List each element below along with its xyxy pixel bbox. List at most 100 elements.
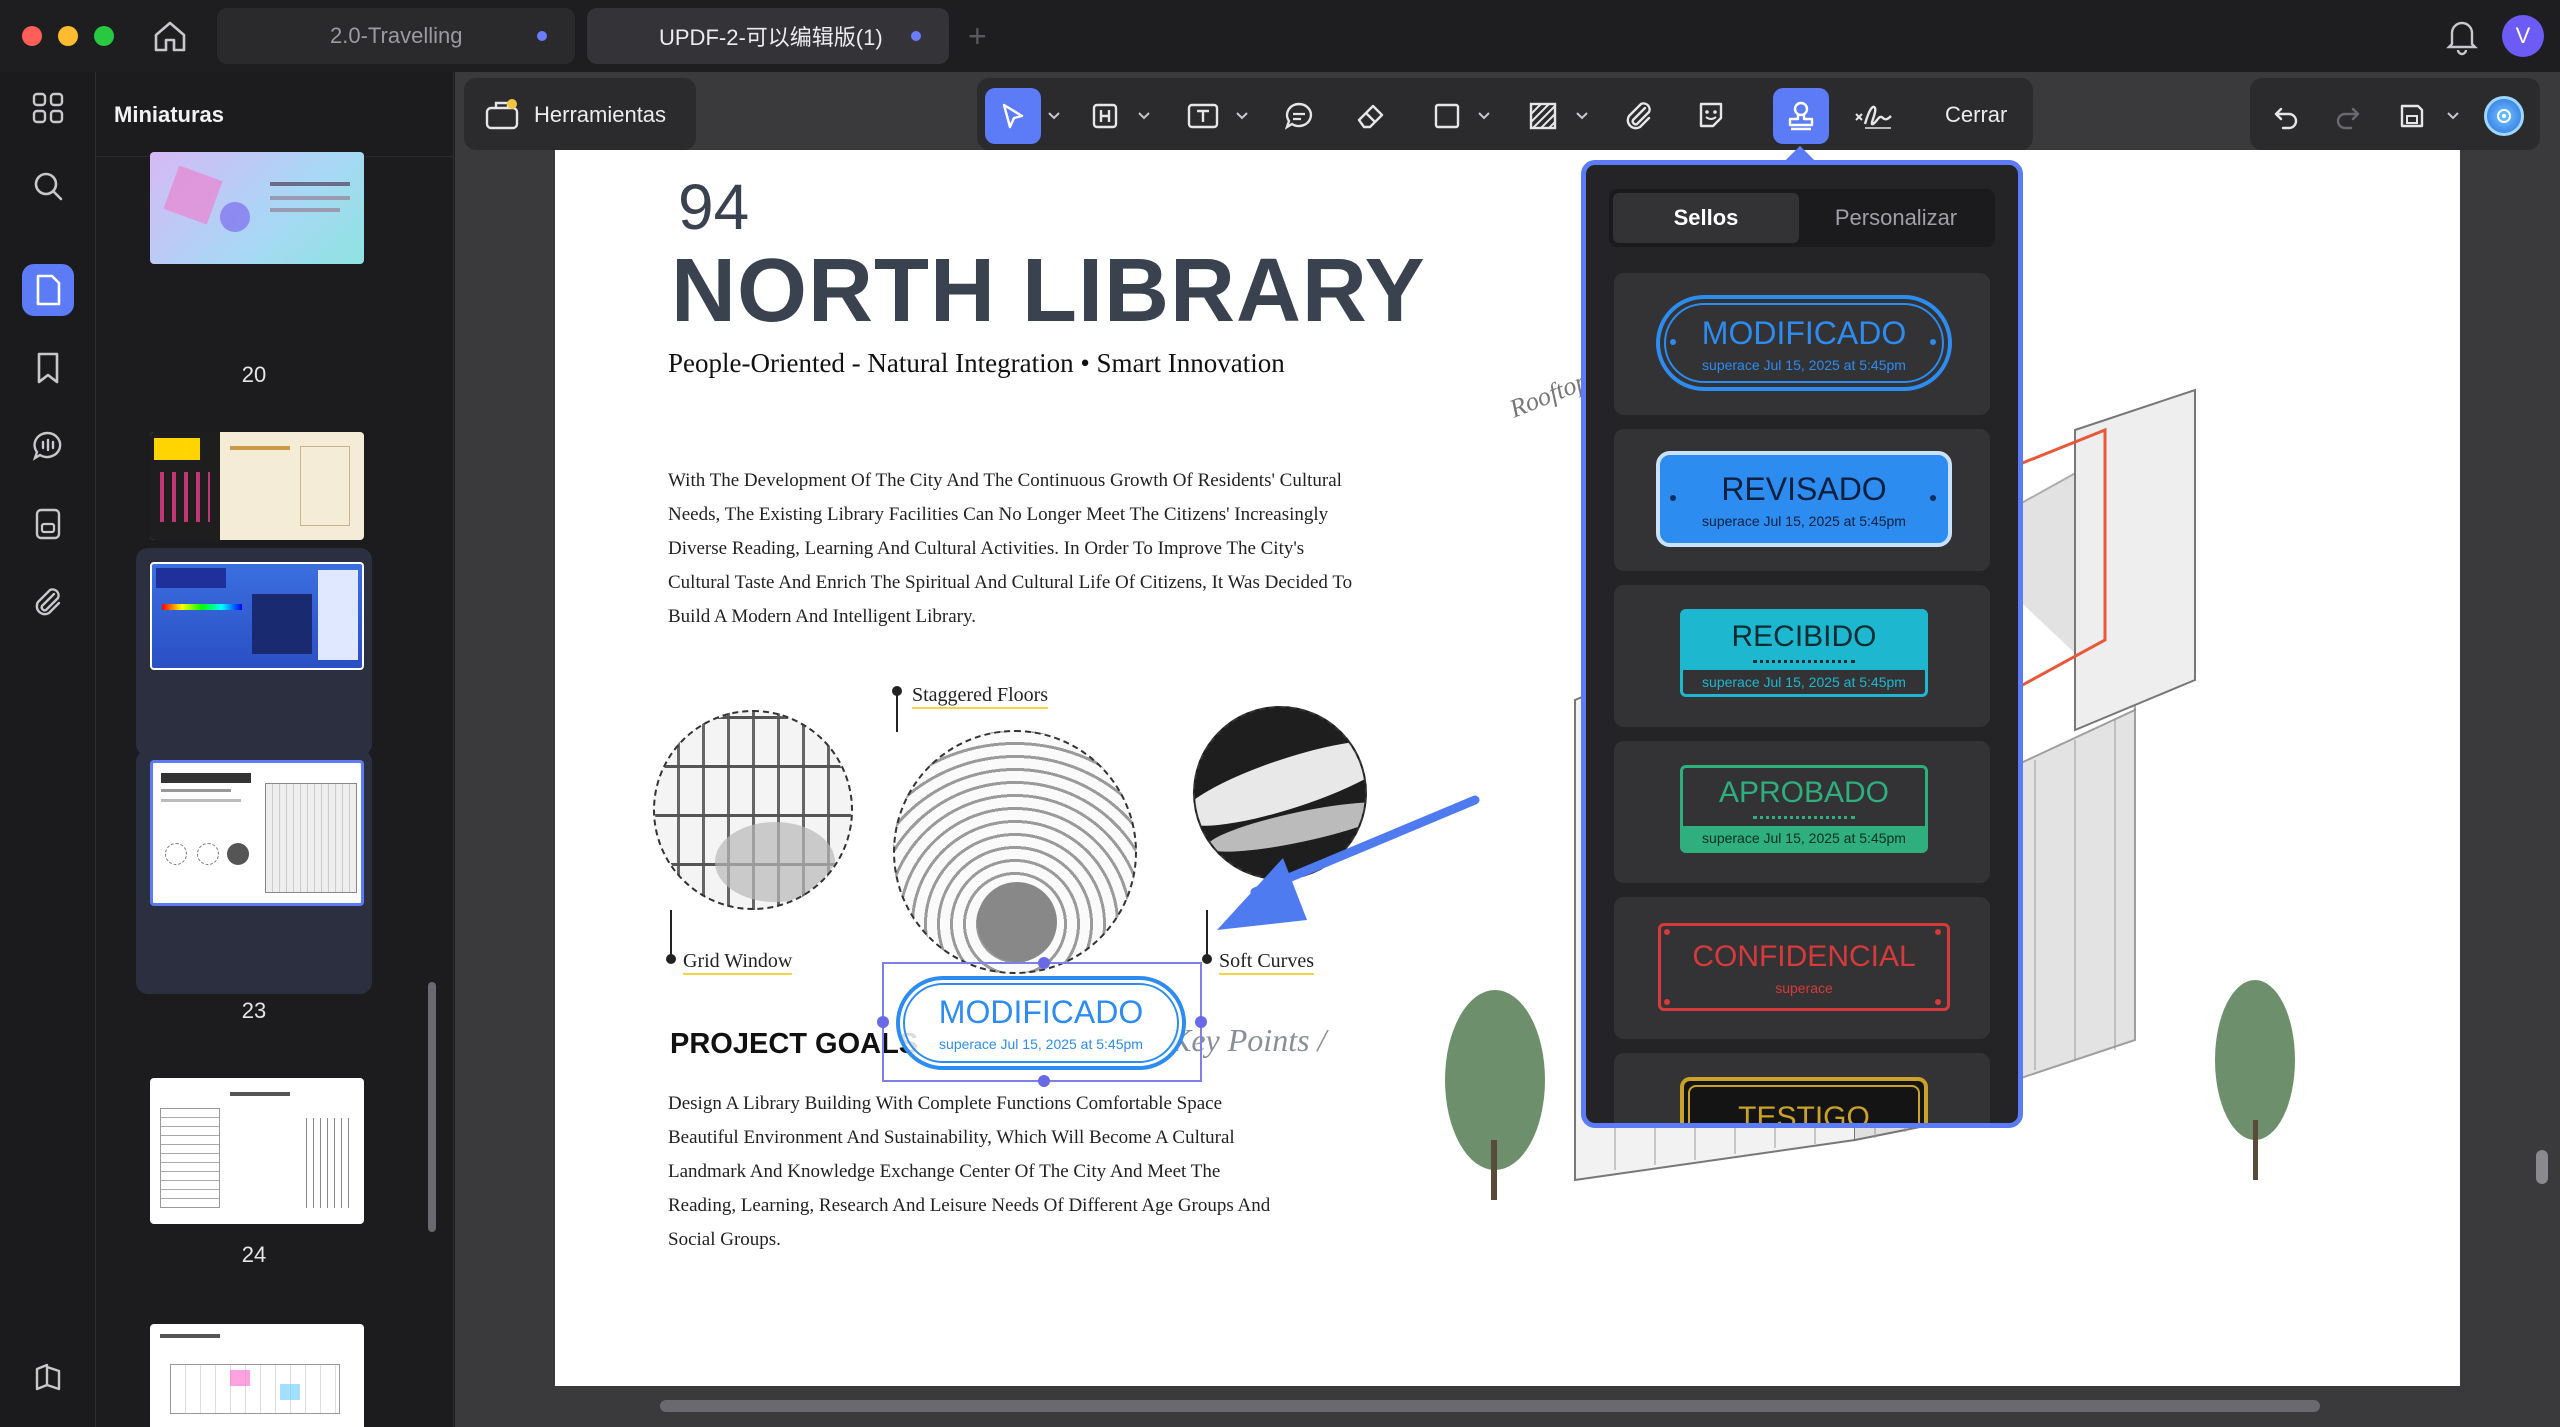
- highlight-tool-button[interactable]: [1077, 88, 1133, 144]
- thumbnail-image: [150, 562, 364, 670]
- close-toolbar-button[interactable]: Cerrar: [1945, 102, 2007, 128]
- toolbox-icon: [484, 96, 520, 137]
- stamp-option-revisado[interactable]: REVISADO superace Jul 15, 2025 at 5:45pm: [1614, 429, 1990, 571]
- thumbnail-image: [150, 152, 364, 264]
- thumbnails-icon[interactable]: [22, 264, 74, 316]
- chevron-down-icon[interactable]: [1477, 108, 1491, 126]
- grid-window-image: [653, 710, 853, 910]
- attachment-icon[interactable]: [22, 576, 74, 628]
- doc-subtitle: People-Oriented - Natural Integration • …: [668, 348, 1285, 378]
- select-tool-button[interactable]: [985, 88, 1041, 144]
- tab-label: 2.0-Travelling: [330, 23, 463, 48]
- tools-menu-button[interactable]: Herramientas: [464, 78, 696, 150]
- chevron-down-icon[interactable]: [1575, 108, 1589, 126]
- tab-stamps[interactable]: Sellos: [1613, 193, 1799, 243]
- text-tool-button[interactable]: [1175, 88, 1231, 144]
- stamp-subtitle: superace Jul 15, 2025 at 5:45pm: [1702, 830, 1906, 846]
- thumbnail-image: [150, 432, 364, 540]
- stamp-title: RECIBIDO: [1731, 620, 1877, 653]
- left-rail: [0, 72, 96, 1427]
- new-tab-button[interactable]: +: [968, 18, 987, 55]
- tab-label: UPDF-2-可以编辑版(1): [659, 25, 883, 50]
- thumbnail-20[interactable]: 20: [136, 152, 372, 387]
- unsaved-dot-icon: [911, 31, 921, 41]
- thumbnail-image: [150, 760, 364, 906]
- ai-assistant-button[interactable]: [2476, 88, 2532, 144]
- page-scrollbar-horizontal[interactable]: [660, 1400, 2320, 1412]
- label-staggered-floors: Staggered Floors: [912, 684, 1049, 709]
- thumbnail-image: [150, 1078, 364, 1224]
- stamp-subtitle: superace Jul 15, 2025 at 5:45pm: [1702, 357, 1906, 373]
- doc-title: NORTH LIBRARY: [671, 241, 1426, 341]
- eraser-tool-button[interactable]: [1343, 88, 1399, 144]
- stamp-option-aprobado[interactable]: APROBADO superace Jul 15, 2025 at 5:45pm: [1614, 741, 1990, 883]
- grid-view-icon[interactable]: [22, 82, 74, 134]
- tab-travelling[interactable]: 2.0-Travelling: [217, 8, 575, 64]
- thumbnail-22[interactable]: 22: [136, 548, 372, 787]
- stamp-title: TESTIGO: [1738, 1101, 1870, 1128]
- stamp-title: CONFIDENCIAL: [1692, 940, 1916, 973]
- annotation-arrow: [1217, 795, 1480, 930]
- chevron-down-icon[interactable]: [1235, 108, 1249, 126]
- label-dot: [666, 954, 676, 964]
- comment-tool-button[interactable]: [1271, 88, 1327, 144]
- bell-icon[interactable]: [2444, 16, 2480, 61]
- annotation-toolbar: Cerrar: [977, 78, 2033, 150]
- label-dot: [892, 686, 902, 696]
- thumbnail-23[interactable]: 23: [136, 750, 372, 1023]
- comment-icon[interactable]: [22, 420, 74, 472]
- form-icon[interactable]: [22, 498, 74, 550]
- thumbnail-image: [150, 1324, 364, 1427]
- stamp-title: REVISADO: [1721, 471, 1887, 507]
- area-tool-button[interactable]: [1515, 88, 1571, 144]
- chevron-down-icon[interactable]: [1047, 108, 1061, 126]
- close-window-button[interactable]: [22, 26, 42, 46]
- redo-button[interactable]: [2320, 88, 2376, 144]
- page-number: 94: [678, 171, 750, 243]
- stamp-tool-button[interactable]: [1773, 88, 1829, 144]
- sticker-tool-button[interactable]: [1683, 88, 1739, 144]
- minimize-window-button[interactable]: [58, 26, 78, 46]
- thumbnail-25[interactable]: [136, 1238, 372, 1427]
- undo-button[interactable]: [2258, 88, 2314, 144]
- page-scrollbar-vertical[interactable]: [2536, 1150, 2548, 1184]
- chevron-down-icon[interactable]: [2446, 108, 2460, 126]
- intro-paragraph: With The Development Of The City And The…: [668, 470, 1353, 627]
- label-grid-window: Grid Window: [683, 950, 793, 975]
- attachment-tool-button[interactable]: [1611, 88, 1667, 144]
- bookmark-icon[interactable]: [22, 342, 74, 394]
- zoom-window-button[interactable]: [94, 26, 114, 46]
- shape-tool-button[interactable]: [1419, 88, 1475, 144]
- thumbnail-24[interactable]: 24: [136, 1000, 372, 1267]
- stamp-panel: Sellos Personalizar MODIFICADO superace …: [1581, 160, 2023, 1128]
- unsaved-dot-icon: [537, 31, 547, 41]
- tab-updf[interactable]: UPDF-2-可以编辑版(1): [587, 8, 949, 64]
- stamp-title: MODIFICADO: [1701, 315, 1907, 351]
- stamp-tabs: Sellos Personalizar: [1609, 189, 1995, 247]
- stamp-subtitle: superace Jul 15, 2025 at 5:45pm: [1702, 513, 1906, 529]
- stamp-subtitle: superace Jul 15, 2025 at 5:45pm: [1702, 674, 1906, 690]
- stamp-subtitle: superace: [1775, 980, 1833, 996]
- thumbnail-scrollbar[interactable]: [428, 982, 436, 1232]
- avatar[interactable]: V: [2502, 15, 2544, 57]
- thumbnail-panel: Miniaturas 20 21 22: [96, 72, 454, 1427]
- layers-icon[interactable]: [22, 1352, 74, 1404]
- search-icon[interactable]: [22, 160, 74, 212]
- label-marker: [670, 910, 672, 960]
- stamp-option-recibido[interactable]: RECIBIDO superace Jul 15, 2025 at 5:45pm: [1614, 585, 1990, 727]
- right-toolbar: [2250, 78, 2540, 150]
- home-icon[interactable]: [150, 16, 194, 56]
- chevron-down-icon[interactable]: [1137, 108, 1151, 126]
- stamp-option-testigo[interactable]: TESTIGO: [1614, 1053, 1990, 1128]
- stamp-option-modificado[interactable]: MODIFICADO superace Jul 15, 2025 at 5:45…: [1614, 273, 1990, 415]
- stamp-option-confidencial[interactable]: CONFIDENCIAL superace: [1614, 897, 1990, 1039]
- avatar-letter: V: [2515, 23, 2531, 48]
- save-button[interactable]: [2384, 88, 2440, 144]
- pdf-page: 94 NORTH LIBRARY People-Oriented - Natur…: [555, 150, 2460, 1386]
- signature-tool-button[interactable]: [1845, 88, 1901, 144]
- stamp-title: APROBADO: [1718, 776, 1890, 809]
- tools-label: Herramientas: [534, 102, 667, 127]
- panel-title: Miniaturas: [114, 102, 225, 127]
- tab-custom[interactable]: Personalizar: [1803, 193, 1989, 243]
- title-bar: 2.0-Travelling UPDF-2-可以编辑版(1) + V: [0, 0, 2560, 72]
